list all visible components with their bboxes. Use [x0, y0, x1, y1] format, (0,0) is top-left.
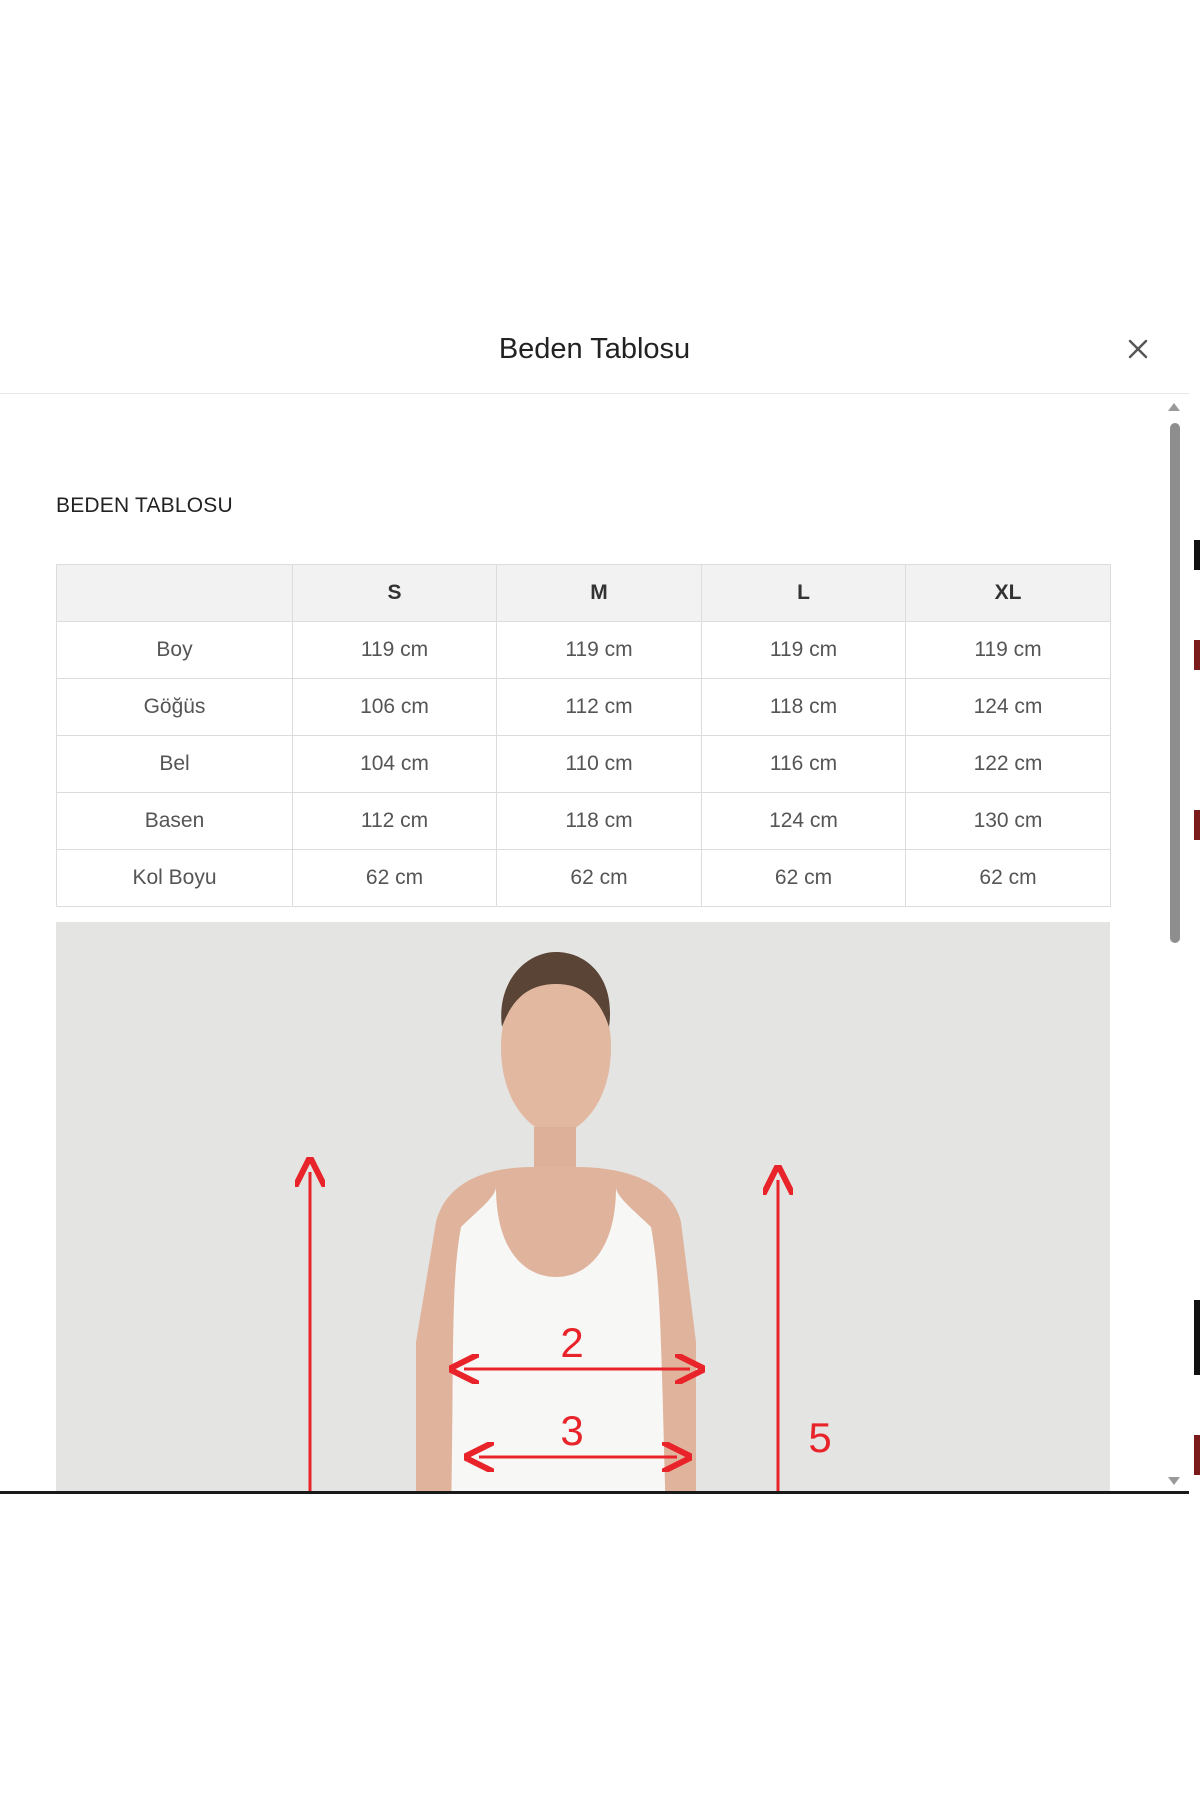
table-cell: 119 cm	[292, 621, 497, 679]
measure-label-3: 3	[560, 1407, 583, 1454]
table-row: Basen 112 cm 118 cm 124 cm 130 cm	[56, 792, 1111, 850]
background-mark	[1194, 1435, 1200, 1475]
section-heading: BEDEN TABLOSU	[56, 494, 233, 517]
table-cell: 112 cm	[496, 678, 702, 736]
row-label: Boy	[56, 621, 293, 679]
size-chart-modal: Beden Tablosu BEDEN TABLOSU S M L XL Boy…	[0, 305, 1189, 1494]
background-page-edge	[1191, 305, 1200, 1495]
table-cell: 119 cm	[701, 621, 906, 679]
table-cell: 130 cm	[905, 792, 1111, 850]
table-row: Boy 119 cm 119 cm 119 cm 119 cm	[56, 621, 1111, 679]
table-cell: 119 cm	[905, 621, 1111, 679]
measurement-photo: 2 3 5	[56, 922, 1110, 1491]
table-header-cell: S	[292, 564, 497, 622]
table-header-cell: L	[701, 564, 906, 622]
background-mark	[1194, 810, 1200, 840]
close-button[interactable]	[1118, 329, 1158, 369]
size-table: S M L XL Boy 119 cm 119 cm 119 cm 119 cm…	[56, 564, 1111, 907]
table-cell: 118 cm	[496, 792, 702, 850]
model-measurement-illustration: 2 3 5	[56, 922, 1110, 1491]
table-cell: 62 cm	[496, 849, 702, 907]
table-cell: 110 cm	[496, 735, 702, 793]
table-header-row: S M L XL	[56, 564, 1111, 622]
scroll-thumb[interactable]	[1170, 423, 1180, 943]
row-label: Bel	[56, 735, 293, 793]
table-cell: 62 cm	[292, 849, 497, 907]
table-row: Göğüs 106 cm 112 cm 118 cm 124 cm	[56, 678, 1111, 736]
table-cell: 104 cm	[292, 735, 497, 793]
table-header-cell: XL	[905, 564, 1111, 622]
background-mark	[1194, 540, 1200, 570]
table-cell: 124 cm	[905, 678, 1111, 736]
modal-body[interactable]: BEDEN TABLOSU S M L XL Boy 119 cm 119 cm	[0, 394, 1160, 1491]
table-cell: 118 cm	[701, 678, 906, 736]
table-cell: 119 cm	[496, 621, 702, 679]
scroll-down-icon[interactable]	[1168, 1477, 1180, 1485]
measure-label-2: 2	[560, 1319, 583, 1366]
table-cell: 62 cm	[905, 849, 1111, 907]
background-mark	[1194, 640, 1200, 670]
table-cell: 62 cm	[701, 849, 906, 907]
modal-title: Beden Tablosu	[498, 333, 691, 365]
table-cell: 106 cm	[292, 678, 497, 736]
row-label: Kol Boyu	[56, 849, 293, 907]
table-header-cell	[56, 564, 293, 622]
table-cell: 124 cm	[701, 792, 906, 850]
vertical-scrollbar[interactable]	[1164, 399, 1186, 1491]
table-header-cell: M	[496, 564, 702, 622]
row-label: Göğüs	[56, 678, 293, 736]
modal-header: Beden Tablosu	[0, 305, 1189, 394]
scroll-up-icon[interactable]	[1168, 403, 1180, 411]
background-mark	[1194, 1300, 1200, 1375]
row-label: Basen	[56, 792, 293, 850]
table-cell: 112 cm	[292, 792, 497, 850]
measure-label-5: 5	[808, 1414, 831, 1461]
close-icon	[1128, 339, 1148, 359]
table-cell: 116 cm	[701, 735, 906, 793]
table-cell: 122 cm	[905, 735, 1111, 793]
table-row: Bel 104 cm 110 cm 116 cm 122 cm	[56, 735, 1111, 793]
table-row: Kol Boyu 62 cm 62 cm 62 cm 62 cm	[56, 849, 1111, 907]
